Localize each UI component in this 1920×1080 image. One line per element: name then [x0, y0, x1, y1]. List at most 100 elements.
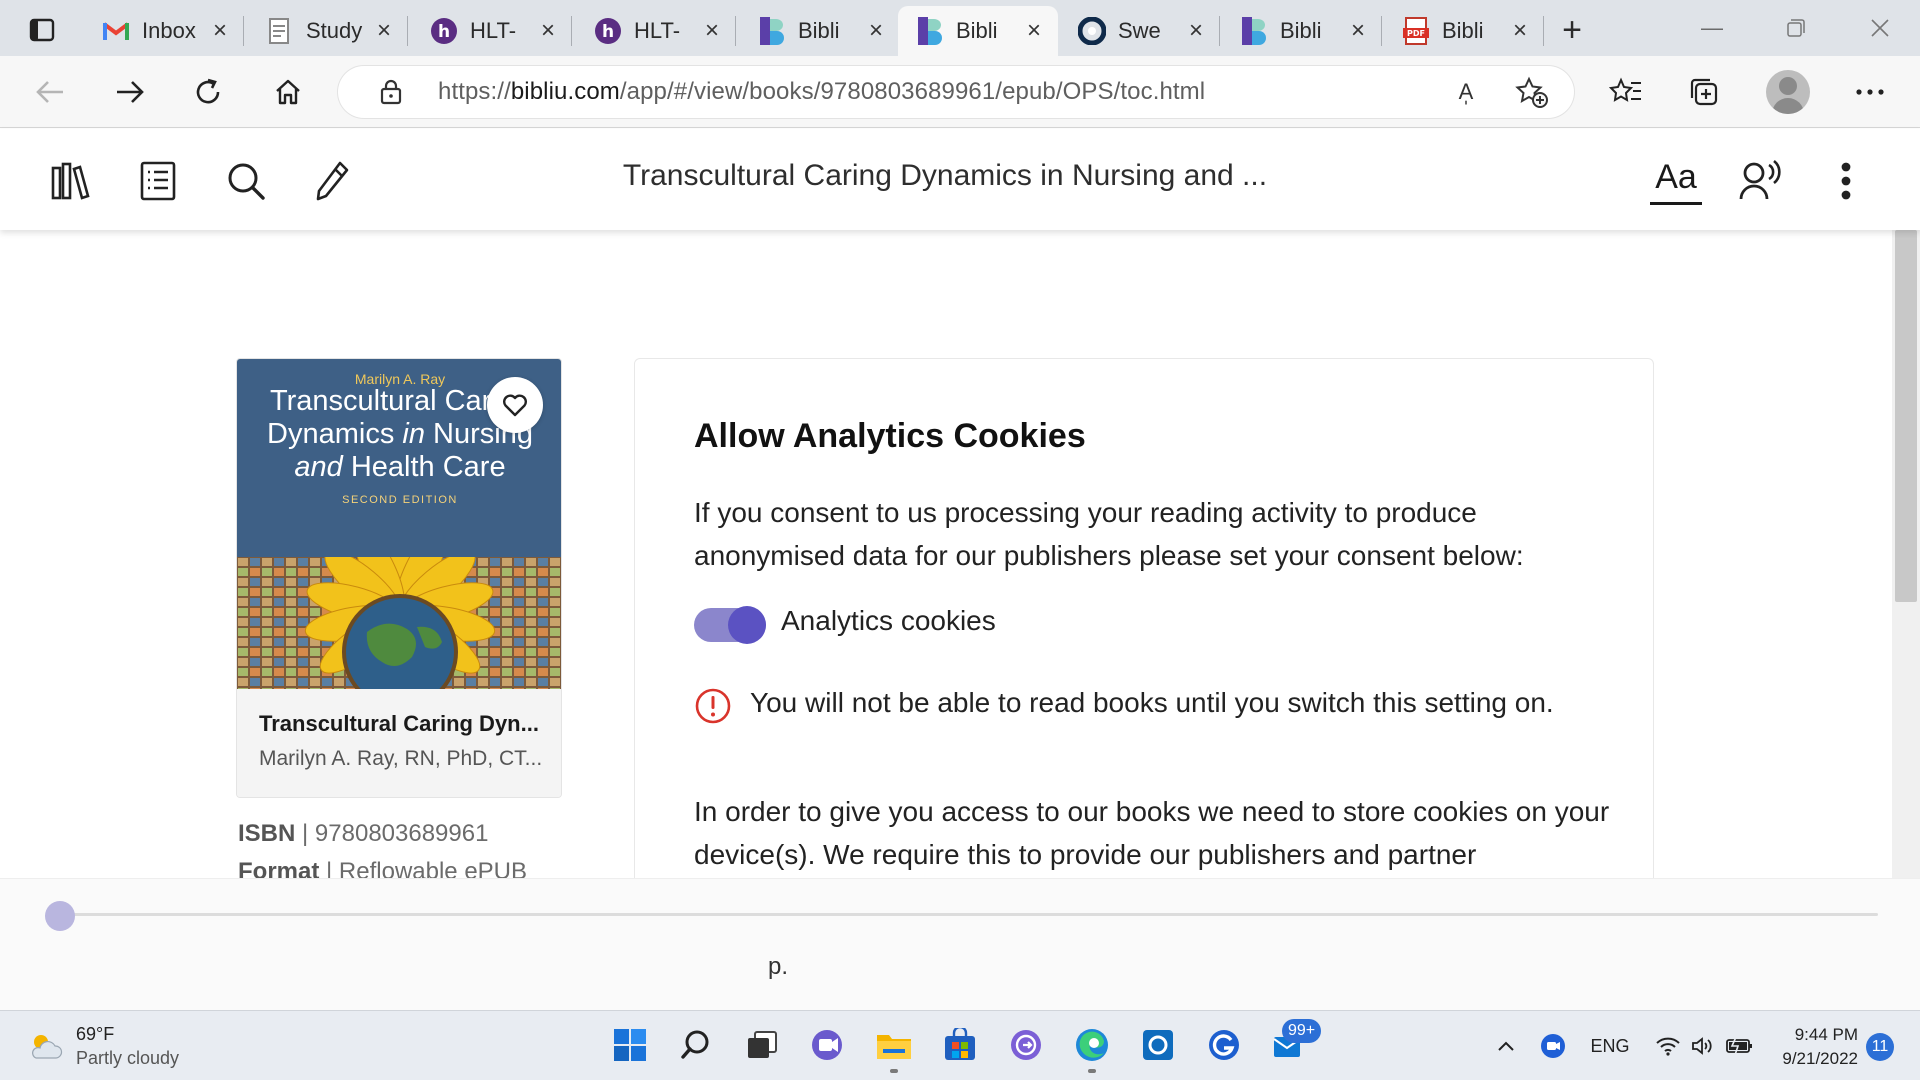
svg-text:PDF: PDF [1407, 29, 1425, 38]
tab-actions-button[interactable] [20, 12, 64, 48]
tab-close-icon[interactable]: × [1344, 17, 1372, 45]
annotate-button[interactable] [306, 155, 358, 207]
volume-icon[interactable] [1688, 1031, 1718, 1061]
heart-icon [503, 394, 527, 417]
minimize-button[interactable]: — [1672, 0, 1752, 56]
bibliu-icon [1240, 17, 1268, 45]
tab-close-icon[interactable]: × [862, 17, 890, 45]
warning-icon [695, 688, 731, 724]
notification-count-badge[interactable]: 11 [1866, 1033, 1894, 1061]
language-indicator[interactable]: ENG [1584, 1031, 1636, 1061]
document-icon [266, 17, 294, 45]
file-explorer-button[interactable] [872, 1023, 916, 1073]
battery-icon[interactable] [1722, 1031, 1758, 1061]
tab-close-icon[interactable]: × [1182, 17, 1210, 45]
settings-menu-button[interactable] [1846, 68, 1894, 116]
grammar-app-button[interactable] [1202, 1023, 1246, 1067]
tab-close-icon[interactable]: × [370, 17, 398, 45]
browser-tab-active[interactable]: Bibli × [898, 6, 1058, 56]
add-favorite-button[interactable] [1512, 74, 1552, 110]
tab-label: HLT- [634, 18, 681, 43]
edge-icon [1076, 1029, 1108, 1061]
partly-cloudy-icon [32, 1035, 63, 1059]
cortana-button[interactable] [1136, 1023, 1180, 1067]
tab-close-icon[interactable]: × [1506, 17, 1534, 45]
url-text[interactable]: https://bibliu.com/app/#/view/books/9780… [438, 78, 1205, 106]
meet-now-button[interactable] [1538, 1031, 1568, 1061]
tab-close-icon[interactable]: × [1020, 17, 1048, 45]
cover-edition: SECOND EDITION [342, 494, 458, 506]
star-add-icon [1515, 76, 1548, 108]
new-tab-button[interactable]: + [1552, 10, 1592, 50]
profile-avatar[interactable] [1766, 70, 1810, 114]
bibliu-icon [916, 17, 944, 45]
browser-toolbar: https://bibliu.com/app/#/view/books/9780… [0, 56, 1920, 128]
tab-close-icon[interactable]: × [698, 17, 726, 45]
video-chat-icon [1541, 1034, 1565, 1058]
weather-widget[interactable]: 69°F Partly cloudy [28, 1023, 179, 1069]
font-settings-button[interactable]: Aa [1650, 157, 1702, 205]
tab-close-icon[interactable]: × [534, 17, 562, 45]
content-scrollbar[interactable] [1892, 230, 1920, 878]
browser-tab[interactable]: PDF Bibli × [1384, 6, 1544, 56]
tab-label: HLT- [470, 18, 517, 43]
tab-label: Inbox [142, 18, 196, 43]
restore-button[interactable] [1756, 0, 1836, 56]
tab-close-icon[interactable]: × [206, 17, 234, 45]
cookie-panel-more-text: In order to give you access to our books… [694, 796, 1610, 870]
page-indicator: p. [768, 953, 789, 980]
back-button[interactable] [26, 68, 74, 116]
analytics-cookies-toggle[interactable] [694, 606, 766, 644]
forward-button[interactable] [106, 68, 154, 116]
book-card[interactable]: Marilyn A. Ray Transcultural Caring Dyna… [236, 358, 562, 798]
progress-track[interactable] [60, 913, 1878, 916]
more-horizontal-icon [1856, 89, 1884, 95]
edge-browser-button[interactable] [1070, 1023, 1114, 1073]
browser-tab[interactable]: h HLT- × [412, 6, 572, 56]
app-launcher-button[interactable] [1004, 1023, 1048, 1067]
lock-icon[interactable] [366, 79, 416, 105]
teams-chat-button[interactable] [806, 1023, 850, 1067]
search-icon [681, 1030, 709, 1059]
close-window-button[interactable] [1840, 0, 1920, 56]
analytics-cookies-label[interactable]: Analytics cookies [781, 605, 996, 637]
arrow-right-icon [117, 81, 144, 103]
microsoft-store-button[interactable] [938, 1023, 982, 1067]
table-of-contents-button[interactable] [132, 155, 184, 207]
browser-tab[interactable]: h HLT- × [576, 6, 736, 56]
system-clock[interactable]: 9:44 PM 9/21/2022 [1772, 1023, 1858, 1071]
speaker-person-icon [1739, 159, 1781, 200]
windows-taskbar: 69°F Partly cloudy 99+ ENG 9:44 PM 9/21/… [0, 1010, 1920, 1080]
refresh-icon [196, 78, 220, 104]
start-button[interactable] [608, 1023, 652, 1067]
library-button[interactable] [44, 155, 96, 207]
address-bar[interactable]: https://bibliu.com/app/#/view/books/9780… [338, 66, 1574, 118]
more-vertical-icon [1841, 162, 1851, 200]
show-hidden-icons-button[interactable] [1492, 1031, 1520, 1061]
browser-tab[interactable]: Bibli × [740, 6, 900, 56]
browser-tab[interactable]: Inbox × [84, 6, 244, 56]
read-aloud-reader-button[interactable] [1734, 155, 1786, 207]
svg-text:h: h [602, 22, 614, 42]
home-button[interactable] [264, 68, 312, 116]
favorite-button[interactable] [487, 377, 543, 433]
wifi-icon[interactable] [1652, 1031, 1684, 1061]
read-aloud-button[interactable]: A̩ [1446, 74, 1486, 110]
toggle-knob [728, 606, 766, 644]
task-view-button[interactable] [740, 1023, 784, 1067]
search-button[interactable] [220, 155, 272, 207]
restore-icon [1787, 19, 1805, 37]
scrollbar-thumb[interactable] [1895, 230, 1917, 602]
book-card-author: Marilyn A. Ray, RN, PhD, CT... [259, 747, 543, 770]
favorites-button[interactable] [1602, 68, 1650, 116]
progress-slider-thumb[interactable] [45, 901, 75, 931]
more-options-button[interactable] [1820, 155, 1872, 207]
browser-tab-strip: Inbox × Study × h HLT- × h HLT- × Bibli … [0, 0, 1920, 56]
pencil-icon [316, 161, 349, 201]
collections-button[interactable] [1680, 68, 1728, 116]
refresh-button[interactable] [184, 68, 232, 116]
browser-tab[interactable]: Swe × [1060, 6, 1220, 56]
taskbar-search-button[interactable] [674, 1023, 718, 1067]
browser-tab[interactable]: Bibli × [1222, 6, 1382, 56]
browser-tab[interactable]: Study × [248, 6, 408, 56]
